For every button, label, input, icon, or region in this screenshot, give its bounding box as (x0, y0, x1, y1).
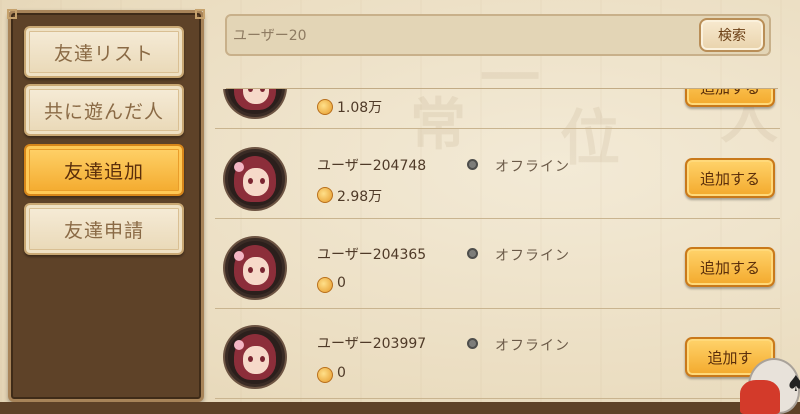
tab-add-friend[interactable]: 友達追加 (24, 144, 184, 196)
coin-amount: 2.98万 (337, 189, 383, 205)
online-status: オフライン (495, 338, 570, 354)
daruma-icon[interactable]: ♠ (738, 350, 800, 414)
online-status: オフライン (495, 248, 570, 264)
status-dot-icon (467, 338, 478, 349)
add-button-label: 追加する (699, 169, 760, 188)
tab-label: 共に遊んだ人 (43, 100, 164, 123)
corner-ornament (195, 9, 205, 19)
search-button-label: 検索 (718, 28, 746, 44)
add-friend-button[interactable]: 追加する (685, 158, 775, 198)
list-item: ユーザー204748 オフライン 2.98万 追加する (215, 129, 780, 219)
user-name: ユーザー204748 (317, 158, 427, 174)
tab-played-together[interactable]: 共に遊んだ人 (24, 84, 184, 136)
avatar[interactable] (225, 149, 285, 209)
coin-amount: 0 (337, 275, 346, 291)
coin-icon (317, 367, 333, 383)
search-button[interactable]: 検索 (699, 18, 765, 52)
tab-label: 友達申請 (63, 219, 144, 242)
tab-label: 友達追加 (63, 160, 144, 183)
add-button-label: 追加する (699, 258, 760, 277)
status-dot-icon (467, 159, 478, 170)
avatar[interactable] (225, 89, 285, 117)
bottom-frame (0, 402, 800, 414)
user-name: ユーザー204365 (317, 247, 427, 263)
list-item: ユーザー204365 オフライン 0 追加する (215, 219, 780, 309)
coin-icon (317, 99, 333, 115)
corner-ornament (7, 9, 17, 19)
coin-icon (317, 277, 333, 293)
list-item: ユーザー203997 オフライン 0 追加す (215, 309, 780, 399)
status-dot-icon (467, 248, 478, 259)
add-button-label: 追加する (700, 89, 760, 98)
search-bar: 検索 (225, 14, 771, 56)
avatar[interactable] (225, 238, 285, 298)
coin-amount: 1.08万 (337, 100, 383, 116)
add-friend-button[interactable]: 追加する (685, 247, 775, 287)
avatar[interactable] (225, 327, 285, 387)
tab-friend-requests[interactable]: 友達申請 (24, 203, 184, 255)
list-item: 1.08万 追加する (215, 89, 780, 129)
user-name: ユーザー203997 (317, 336, 427, 352)
coin-amount: 0 (337, 365, 346, 381)
user-list[interactable]: 1.08万 追加する ユーザー204748 オフライン 2.98万 追加する ユ… (215, 89, 785, 414)
search-input[interactable] (231, 20, 697, 50)
add-friend-button[interactable]: 追加する (685, 89, 775, 107)
tab-friend-list[interactable]: 友達リスト (24, 26, 184, 78)
online-status: オフライン (495, 159, 570, 175)
tab-label: 友達リスト (53, 42, 154, 65)
coin-icon (317, 187, 333, 203)
